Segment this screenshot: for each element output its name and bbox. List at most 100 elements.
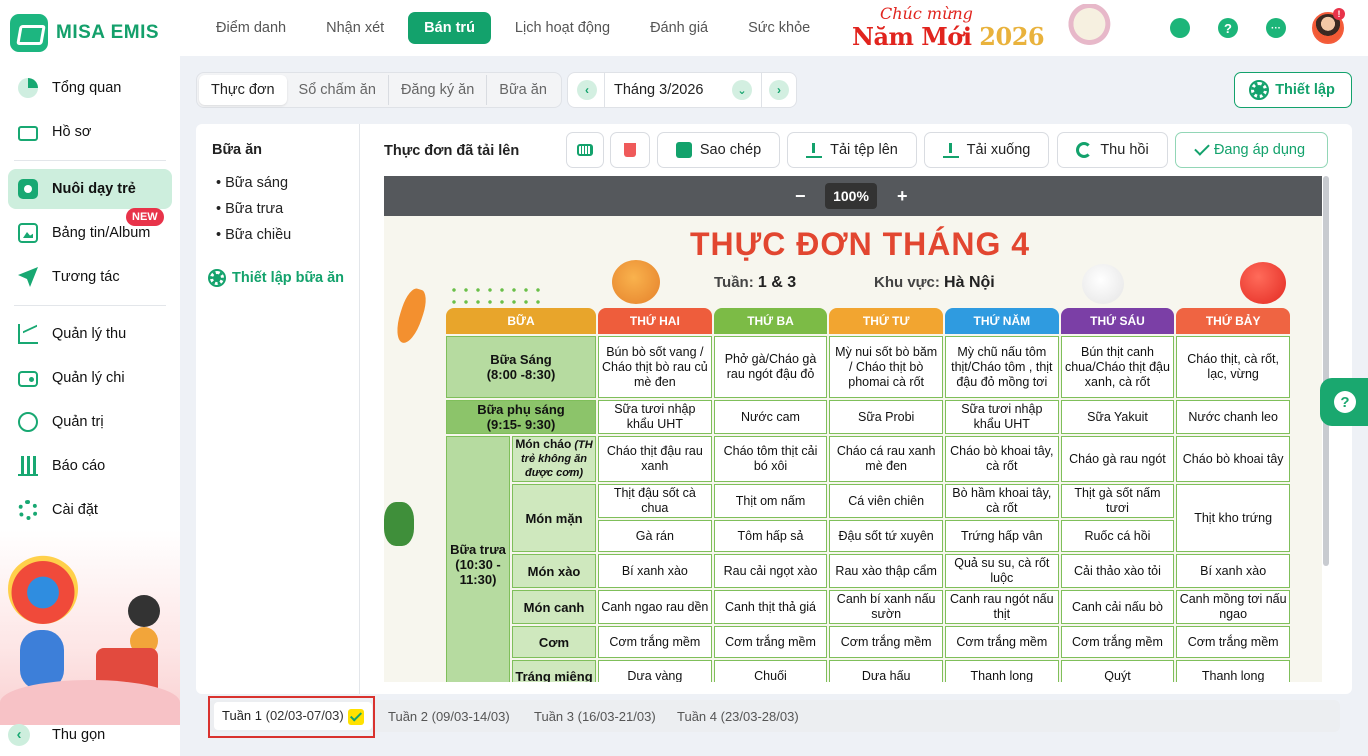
menu-row-stirfry: Món xào Bí xanh xào Rau cải ngọt xào Rau…: [446, 554, 1290, 588]
banner-greeting: Chúc mừng: [880, 4, 973, 23]
meal-setup-link[interactable]: Thiết lập bữa ăn: [208, 269, 344, 287]
sidebar-item-profile[interactable]: Hồ sơ: [8, 112, 172, 152]
tab-boarding[interactable]: Bán trú: [408, 12, 491, 44]
sidebar-item-label: Bảng tin/Album: [52, 225, 151, 241]
sub-tabs: Thực đơn Sổ chấm ăn Đăng ký ăn Bữa ăn: [196, 72, 562, 108]
next-month-button[interactable]: ›: [769, 80, 789, 100]
menu-cell: Bí xanh xào: [1176, 554, 1290, 588]
banner-year: 2026: [979, 22, 1045, 51]
menu-cell: Cơm trắng mềm: [944, 626, 1059, 658]
delete-button[interactable]: [610, 132, 650, 168]
menu-cell: Tôm hấp sả: [713, 520, 828, 552]
sidebar-item-overview[interactable]: Tổng quan: [8, 68, 172, 108]
horse-mascot-icon: [1066, 4, 1118, 54]
zoom-in-button[interactable]: +: [897, 186, 908, 207]
menu-cell: Trứng hấp vân: [944, 520, 1059, 552]
meal-item-lunch[interactable]: • Bữa trưa: [216, 201, 283, 217]
setup-button[interactable]: Thiết lập: [1234, 72, 1352, 108]
menu-cell: Bò hầm khoai tây, cà rốt: [944, 484, 1059, 518]
applying-button[interactable]: Đang áp dụng: [1175, 132, 1328, 168]
tab-activity-schedule[interactable]: Lịch hoạt động: [499, 12, 626, 44]
sidebar-item-label: Cài đặt: [52, 502, 98, 518]
sidebar-item-interaction[interactable]: Tương tác: [8, 257, 172, 297]
menu-row-breakfast: Bữa Sáng (8:00 -8:30) Bún bò sốt vang / …: [446, 336, 1290, 398]
prev-month-button[interactable]: ‹: [577, 80, 597, 100]
menu-cell: Thịt om nấm: [713, 484, 828, 518]
week-tab-label: Tuần 4: [677, 709, 717, 724]
sidebar-item-revenue[interactable]: Quản lý thu: [8, 314, 172, 354]
upload-button[interactable]: Tải tệp lên: [787, 132, 917, 168]
sidebar-item-report[interactable]: Báo cáo: [8, 446, 172, 486]
sidebar-item-label: Quản trị: [52, 414, 104, 430]
collapse-sidebar-button[interactable]: ‹ Thu gọn: [8, 724, 105, 746]
week-tab-range: (09/03-14/03): [428, 709, 510, 724]
subtab-meal-log[interactable]: Sổ chấm ăn: [287, 75, 389, 105]
subtab-meal-registration[interactable]: Đăng ký ăn: [389, 75, 488, 105]
dish-label-dessert: Tráng miệng: [512, 660, 597, 682]
viewer-toolbar: − 100% +: [384, 176, 1322, 216]
floating-help-button[interactable]: ?: [1320, 378, 1368, 426]
sidebar-item-expense[interactable]: Quản lý chi: [8, 358, 172, 398]
week-tab-1[interactable]: Tuần 1 (02/03-07/03): [214, 702, 372, 730]
top-tabs: Điểm danh Nhận xét Bán trú Lịch hoạt độn…: [200, 12, 826, 44]
top-navbar: Điểm danh Nhận xét Bán trú Lịch hoạt độn…: [180, 0, 1368, 56]
zoom-out-button[interactable]: −: [795, 186, 806, 207]
viewer-scrollbar[interactable]: [1323, 176, 1329, 566]
menu-cell: Cải thảo xào tỏi: [1060, 554, 1175, 588]
month-dropdown-icon[interactable]: ⌄: [732, 80, 752, 100]
folder-icon: [18, 126, 38, 141]
logo[interactable]: MISA EMIS: [10, 14, 159, 52]
month-value[interactable]: Tháng 3/2026: [614, 82, 704, 98]
week-tab-4[interactable]: Tuần 4 (23/03-28/03): [677, 709, 799, 724]
carrot-icon: [391, 285, 431, 347]
week-tab-label: Tuần 3: [534, 709, 574, 724]
subtab-meals[interactable]: Bữa ăn: [487, 75, 559, 105]
meal-item-breakfast[interactable]: • Bữa sáng: [216, 175, 288, 191]
meal-item-afternoon[interactable]: • Bữa chiều: [216, 227, 291, 243]
settings-flower-icon[interactable]: [1170, 18, 1190, 38]
keyboard-button[interactable]: [566, 132, 604, 168]
subtab-menu[interactable]: Thực đơn: [199, 75, 287, 105]
area-label: Khu vực:: [874, 274, 940, 291]
header-monday: THỨ HAI: [598, 308, 712, 334]
sidebar-item-label: Quản lý thu: [52, 326, 127, 342]
week-tab-3[interactable]: Tuần 3 (16/03-21/03): [534, 709, 656, 724]
revoke-button[interactable]: Thu hồi: [1057, 132, 1168, 168]
chevron-left-icon: ‹: [8, 724, 30, 746]
tab-attendance[interactable]: Điểm danh: [200, 12, 302, 44]
more-options-icon[interactable]: ···: [1266, 18, 1286, 38]
sidebar-item-newsfeed[interactable]: Bảng tin/Album NEW: [8, 208, 172, 253]
download-button[interactable]: Tải xuống: [924, 132, 1049, 168]
sidebar-item-label: Tương tác: [52, 269, 120, 285]
week-tab-2[interactable]: Tuần 2 (09/03-14/03): [388, 709, 510, 724]
zoom-level: 100%: [825, 183, 877, 209]
decorative-dots: [448, 284, 544, 308]
uploaded-menu-title: Thực đơn đã tải lên: [384, 143, 520, 159]
menu-cell: Thịt kho trứng: [1176, 484, 1290, 552]
sidebar-item-admin[interactable]: Quản trị: [8, 402, 172, 442]
tab-health[interactable]: Sức khỏe: [732, 12, 826, 44]
logo-text: MISA EMIS: [56, 22, 160, 43]
menu-cell: Thanh long: [1176, 660, 1290, 682]
menu-cell: Nước chanh leo: [1176, 400, 1290, 434]
menu-cell: Cháo gà rau ngót: [1060, 436, 1175, 482]
menu-cell: Dưa vàng: [598, 660, 712, 682]
sidebar-item-settings[interactable]: Cài đặt: [8, 490, 172, 530]
menu-cell: Ruốc cá hồi: [1060, 520, 1175, 552]
dish-label-stirfry: Món xào: [512, 554, 597, 588]
copy-button-label: Sao chép: [699, 142, 762, 158]
sidebar-item-label: Hồ sơ: [52, 124, 92, 140]
menu-cell: Quýt: [1060, 660, 1175, 682]
copy-button[interactable]: Sao chép: [657, 132, 780, 168]
tab-comments[interactable]: Nhận xét: [310, 12, 400, 44]
menu-row-soup: Món canh Canh ngao rau dền Canh thịt thả…: [446, 590, 1290, 624]
meal-list-title: Bữa ăn: [212, 142, 262, 158]
menu-cell: Canh bí xanh nấu sườn: [829, 590, 943, 624]
new-badge: NEW: [126, 208, 164, 226]
sidebar-item-nurture[interactable]: Nuôi dạy trẻ: [8, 169, 172, 209]
tab-evaluation[interactable]: Đánh giá: [634, 12, 724, 44]
menu-cell: Bún bò sốt vang / Cháo thịt bò rau củ mè…: [598, 336, 712, 398]
week-tab-range: (23/03-28/03): [717, 709, 799, 724]
help-icon[interactable]: ?: [1218, 18, 1238, 38]
menu-cell: Mỳ nui sốt bò băm / Cháo thịt bò phomai …: [829, 336, 943, 398]
